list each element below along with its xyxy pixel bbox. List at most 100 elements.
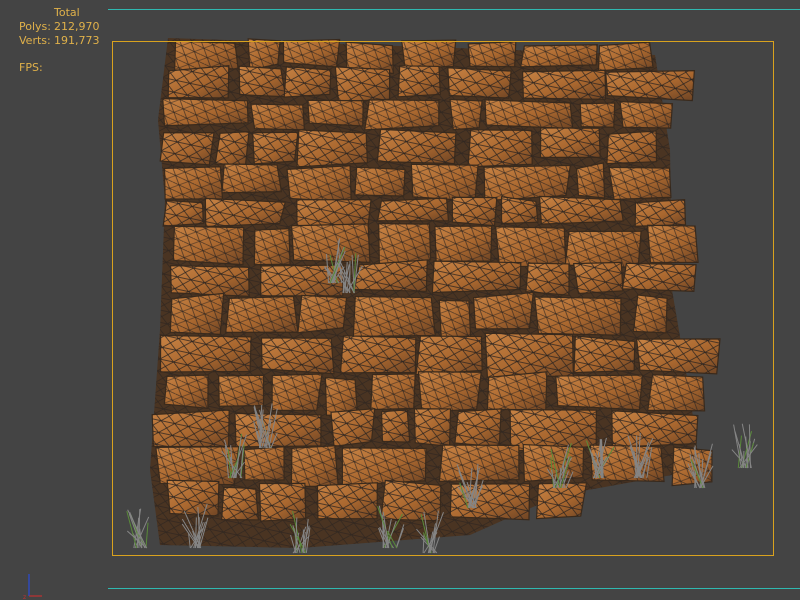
stone-wireframe (473, 292, 534, 329)
stone-wireframe (598, 42, 654, 71)
stone-wireframe (611, 410, 698, 448)
stone-wireframe (520, 44, 598, 67)
stone-wireframe (297, 295, 347, 333)
stats-header: Total (54, 6, 80, 19)
stone-wireframe (573, 262, 623, 294)
stone-wireframe (536, 482, 587, 519)
polys-label: Polys: (19, 20, 51, 33)
stone-wireframe (523, 444, 584, 482)
stone-wireframe (432, 261, 521, 293)
stone-wireframe (160, 335, 252, 372)
stone-wireframe (398, 65, 441, 97)
verts-label: Verts: (19, 34, 51, 47)
stone-wireframe (605, 70, 695, 101)
stone-wireframe (164, 375, 209, 409)
stone-wireframe (485, 99, 573, 129)
stone-wireframe (485, 333, 574, 378)
stone-wireframe (170, 293, 224, 335)
stone-wireframe (215, 131, 249, 165)
stone-wireframe (307, 100, 364, 126)
stone-wireframe (370, 373, 416, 410)
stone-wireframe (272, 374, 322, 411)
stone-wireframe (167, 480, 219, 516)
stone-wireframe (170, 265, 250, 297)
stone-wireframe (525, 263, 570, 296)
stone-wireframe (534, 296, 621, 336)
stone-wireframe (287, 165, 352, 202)
stone-wireframe (243, 446, 285, 480)
stone-wireframe (633, 295, 668, 333)
stone-wall-model[interactable] (0, 0, 800, 600)
stone-wireframe (325, 377, 358, 416)
stone-wireframe (381, 409, 410, 443)
stone-wireframe (574, 336, 635, 373)
stone-wireframe (173, 226, 244, 265)
stone-wireframe (487, 371, 547, 411)
stone-wireframe (340, 335, 416, 373)
stone-wireframe (291, 445, 339, 487)
stone-wireframe (484, 165, 571, 201)
stone-wireframe (342, 447, 426, 486)
stone-wireframe (239, 66, 286, 97)
stone-wireframe (218, 375, 264, 407)
stone-wireframe (254, 228, 291, 265)
stone-wireframe (162, 98, 249, 126)
stone-wireframe (439, 300, 471, 339)
stone-wireframe (364, 99, 439, 130)
stone-wireframe (411, 164, 479, 202)
stone-wireframe (225, 296, 298, 333)
stone-wireframe (335, 66, 390, 102)
stone-wireframe (160, 132, 214, 165)
stone-wireframe (606, 130, 657, 164)
stone-wireframe (522, 70, 606, 100)
stone-wireframe (377, 197, 449, 221)
stone-wireframe (331, 408, 375, 447)
stone-wireframe (452, 197, 497, 226)
stone-wireframe (450, 99, 483, 130)
stone-wireframe (164, 166, 223, 200)
stone-wireframe (439, 445, 519, 482)
stone-wireframe (647, 225, 699, 263)
stone-wireframe (416, 336, 483, 375)
stone-wireframe (354, 259, 428, 292)
stone-wireframe (353, 296, 436, 337)
stone-wireframe (250, 104, 305, 130)
stone-wireframe (635, 199, 686, 227)
stone-wireframe (540, 127, 601, 158)
stone-wireframe (152, 410, 230, 447)
stone-wireframe (168, 65, 229, 98)
stone-wireframe (418, 371, 482, 412)
stone-wireframe (259, 483, 306, 522)
stone-wireframe (468, 129, 533, 167)
stone-wireframe (222, 163, 282, 193)
stone-wireframe (608, 167, 671, 200)
stone-wireframe (221, 487, 259, 520)
stone-wireframe (401, 40, 456, 68)
stone-wireframe (620, 101, 673, 129)
statistics-overlay: Total Polys: 212,970 Verts: 191,773 FPS: (19, 6, 100, 75)
3d-viewport[interactable]: Total Polys: 212,970 Verts: 191,773 FPS:… (0, 0, 800, 600)
stone-wireframe (434, 225, 492, 262)
stone-wireframe (284, 66, 331, 98)
stone-wireframe (377, 129, 456, 164)
stone-wireframe (205, 198, 286, 227)
grass-blade (136, 517, 140, 549)
stone-wireframe (381, 480, 441, 521)
stone-wireframe (576, 162, 605, 199)
stone-wireframe (163, 200, 204, 227)
stone-wireframe (565, 231, 642, 268)
stone-wireframe (354, 167, 405, 197)
stone-wireframe (261, 337, 334, 374)
stone-wireframe (414, 408, 451, 447)
stone-wireframe (317, 482, 378, 519)
stone-wireframe (555, 375, 643, 410)
stone-wireframe (622, 263, 697, 292)
stone-wireframe (454, 408, 502, 447)
stone-wireframe (252, 132, 298, 164)
polys-row: Polys: 212,970 (19, 20, 100, 34)
stone-wireframe (296, 199, 372, 228)
stone-wireframe (447, 67, 512, 99)
stone-wireframe (636, 338, 721, 374)
stone-wireframe (378, 223, 431, 266)
stone-wireframe (539, 196, 624, 225)
